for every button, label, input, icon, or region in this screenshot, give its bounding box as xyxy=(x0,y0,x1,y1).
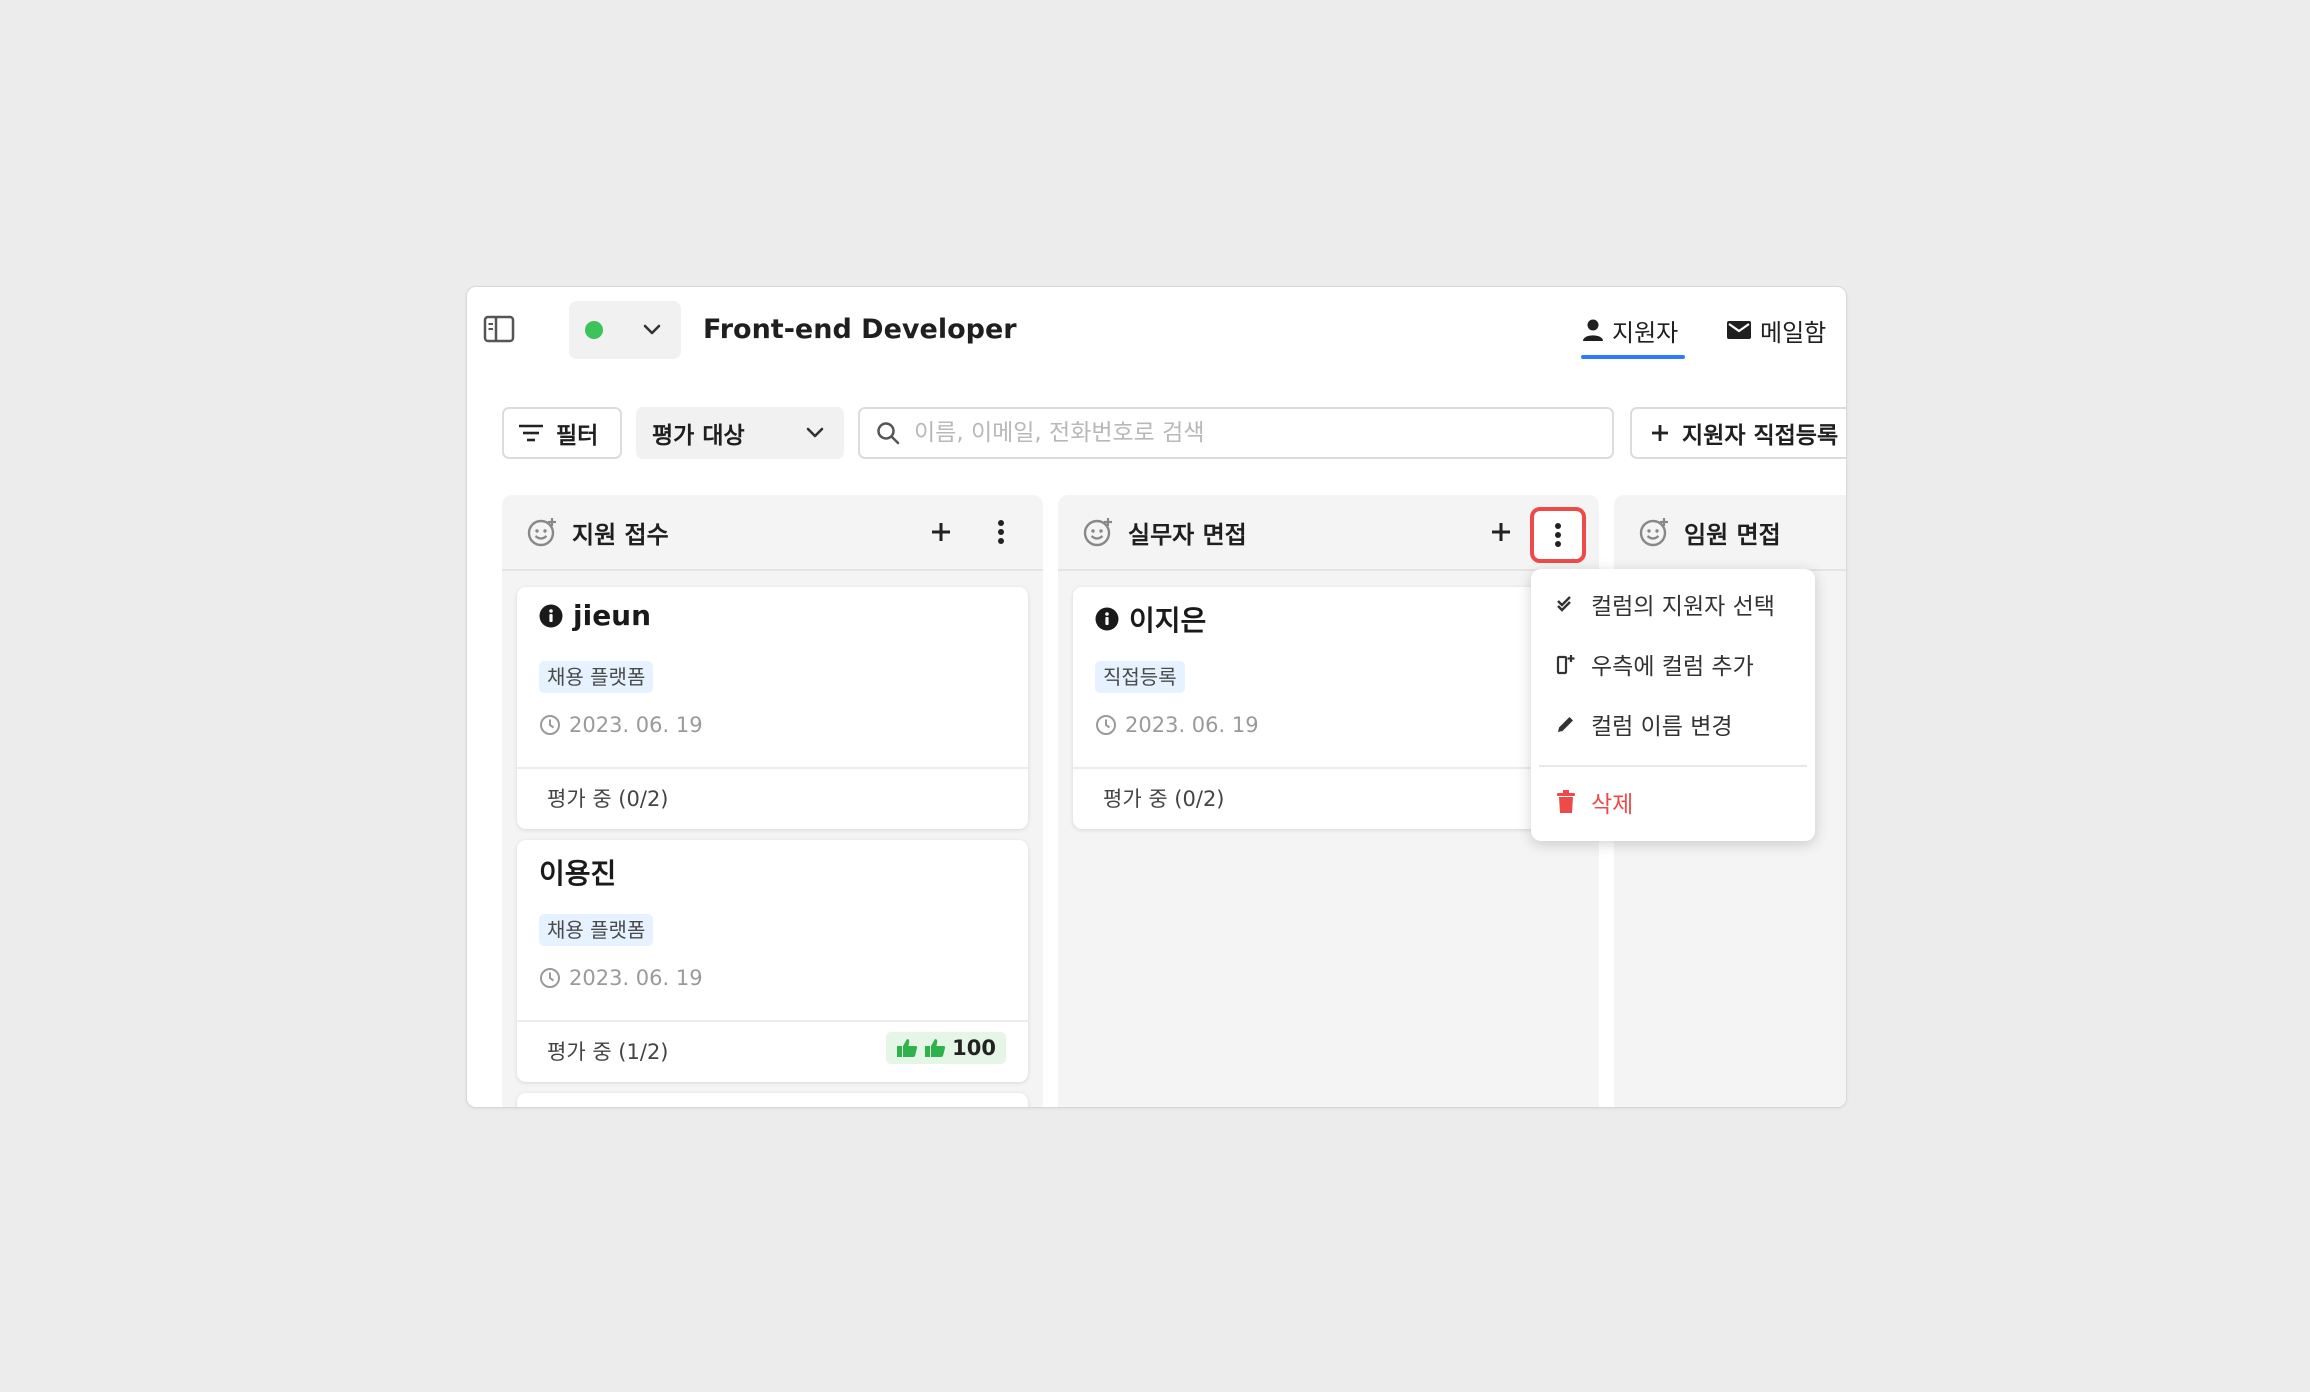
filter-icon xyxy=(518,423,544,443)
column-header: 지원 접수 xyxy=(502,495,1043,571)
column-menu-button[interactable] xyxy=(1530,507,1586,563)
search-icon xyxy=(876,421,900,445)
column-context-menu: 컬럼의 지원자 선택 우측에 컬럼 추가 컬럼 이름 변경 삭제 xyxy=(1531,569,1815,841)
info-icon xyxy=(1095,607,1119,631)
evaluation-select-value: 평가 대상 xyxy=(652,423,745,449)
menu-item-select-applicants[interactable]: 컬럼의 지원자 선택 xyxy=(1531,577,1815,631)
emoji-add-icon xyxy=(526,516,558,548)
applied-date: 2023. 06. 19 xyxy=(1125,713,1259,737)
source-tag: 직접등록 xyxy=(1095,661,1185,693)
thumbs-up-icon xyxy=(924,1038,946,1058)
applicant-card[interactable] xyxy=(517,1093,1028,1107)
column-title: 지원 접수 xyxy=(572,520,669,549)
clock-icon xyxy=(1095,714,1117,736)
divider xyxy=(1073,767,1584,769)
search-input[interactable] xyxy=(912,419,1596,447)
tab-mailbox[interactable]: 메일함 xyxy=(1726,303,1826,357)
tab-applicants-label: 지원자 xyxy=(1612,318,1679,347)
column-header: 실무자 면접 xyxy=(1058,495,1599,571)
menu-item-label: 컬럼의 지원자 선택 xyxy=(1591,594,1775,620)
menu-divider xyxy=(1539,765,1807,767)
evaluation-status: 평가 중 (0/2) xyxy=(1103,787,1225,811)
status-dot xyxy=(585,321,603,339)
score-value: 100 xyxy=(952,1036,996,1060)
tab-applicants[interactable]: 지원자 xyxy=(1582,303,1678,357)
clock-icon xyxy=(539,967,561,989)
mail-icon xyxy=(1726,320,1752,340)
active-tab-indicator xyxy=(1581,355,1685,359)
clock-icon xyxy=(539,714,561,736)
register-applicant-label: 지원자 직접등록 xyxy=(1682,423,1839,449)
tab-mailbox-label: 메일함 xyxy=(1760,318,1827,347)
applicant-name: jieun xyxy=(573,599,652,632)
add-card-button[interactable] xyxy=(1479,510,1523,554)
page-title: Front-end Developer xyxy=(703,314,1017,345)
evaluation-select[interactable]: 평가 대상 xyxy=(636,407,844,459)
sidebar-toggle-icon xyxy=(483,315,515,343)
search-box[interactable] xyxy=(858,407,1614,459)
more-vertical-icon xyxy=(998,520,1004,544)
filter-button[interactable]: 필터 xyxy=(502,407,622,459)
applicant-name: 이용진 xyxy=(539,857,617,890)
filter-label: 필터 xyxy=(556,423,599,449)
applied-date: 2023. 06. 19 xyxy=(569,713,703,737)
plus-icon xyxy=(932,523,950,541)
column-title: 실무자 면접 xyxy=(1128,520,1247,549)
column-header: 임원 면접 xyxy=(1614,495,1846,571)
plus-icon xyxy=(1492,523,1510,541)
plus-icon xyxy=(1650,423,1670,443)
score-badge: 100 xyxy=(886,1032,1006,1064)
status-dropdown[interactable] xyxy=(569,301,681,359)
app-window: Front-end Developer 지원자 메일함 필터 평가 대상 이름,… xyxy=(466,286,1847,1108)
register-applicant-button[interactable]: 지원자 직접등록 xyxy=(1630,407,1846,459)
sidebar-toggle-button[interactable] xyxy=(477,307,521,351)
double-check-icon xyxy=(1555,595,1577,613)
source-tag: 채용 플랫폼 xyxy=(539,914,654,946)
chevron-down-icon xyxy=(643,324,661,336)
menu-item-label: 컬럼 이름 변경 xyxy=(1591,714,1733,740)
menu-item-add-column-right[interactable]: 우측에 컬럼 추가 xyxy=(1531,637,1815,691)
add-column-icon xyxy=(1555,653,1577,675)
trash-icon xyxy=(1555,790,1577,814)
column-practical-interview: 실무자 면접 이지은 직접등록 2023. 06. 19 평가 중 (0/2) xyxy=(1058,495,1599,1107)
column-applications: 지원 접수 jieun 채용 플랫폼 2023. 06. 19 평가 중 (0/… xyxy=(502,495,1043,1107)
menu-item-label: 우측에 컬럼 추가 xyxy=(1591,654,1754,680)
chevron-down-icon xyxy=(806,427,824,439)
pencil-icon xyxy=(1555,714,1577,734)
source-tag: 채용 플랫폼 xyxy=(539,661,654,693)
emoji-add-icon xyxy=(1638,516,1670,548)
applied-date: 2023. 06. 19 xyxy=(569,966,703,990)
column-title: 임원 면접 xyxy=(1684,520,1781,549)
menu-item-delete[interactable]: 삭제 xyxy=(1531,775,1815,829)
evaluation-status: 평가 중 (0/2) xyxy=(547,787,669,811)
menu-item-rename-column[interactable]: 컬럼 이름 변경 xyxy=(1531,697,1815,751)
applicant-card[interactable]: 이용진 채용 플랫폼 2023. 06. 19 평가 중 (1/2) 100 xyxy=(517,840,1028,1082)
add-card-button[interactable] xyxy=(919,510,963,554)
applicant-card[interactable]: jieun 채용 플랫폼 2023. 06. 19 평가 중 (0/2) xyxy=(517,587,1028,829)
person-icon xyxy=(1582,318,1604,342)
menu-item-label: 삭제 xyxy=(1591,792,1634,818)
info-icon xyxy=(539,604,563,628)
applicant-card[interactable]: 이지은 직접등록 2023. 06. 19 평가 중 (0/2) xyxy=(1073,587,1584,829)
column-menu-button[interactable] xyxy=(979,510,1023,554)
evaluation-status: 평가 중 (1/2) xyxy=(547,1040,669,1064)
emoji-add-icon xyxy=(1082,516,1114,548)
applicant-name: 이지은 xyxy=(1129,604,1207,637)
more-vertical-icon xyxy=(1555,523,1561,547)
divider xyxy=(517,1020,1028,1022)
thumbs-up-icon xyxy=(896,1038,918,1058)
divider xyxy=(517,767,1028,769)
